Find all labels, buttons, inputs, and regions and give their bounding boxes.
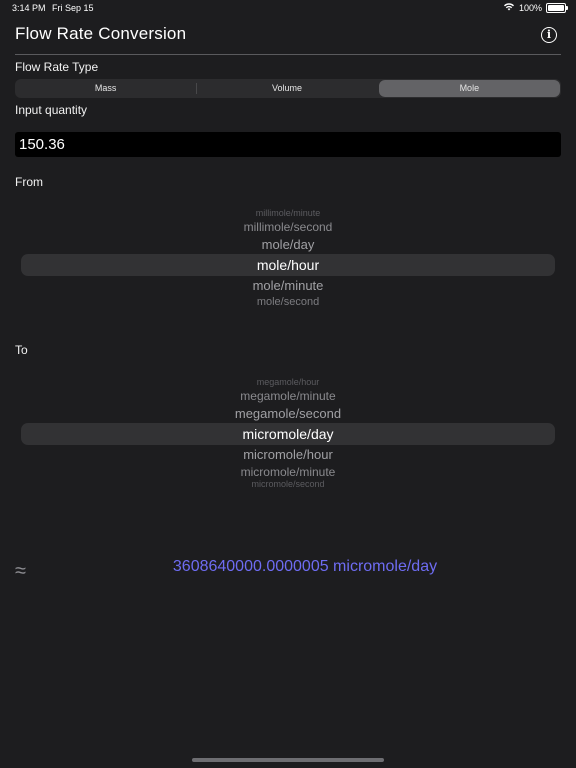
status-date: Fri Sep 15 <box>52 3 94 13</box>
home-indicator <box>192 758 384 762</box>
segment-mole[interactable]: Mole <box>378 80 560 97</box>
input-quantity-field[interactable]: 150.36 <box>15 132 561 157</box>
picker-item-selected[interactable]: micromole/day <box>21 426 555 442</box>
status-right: 100% <box>503 2 568 13</box>
battery-percent: 100% <box>518 2 542 13</box>
picker-item[interactable]: millimole/second <box>21 220 555 234</box>
picker-item[interactable]: millimole/minute <box>21 208 555 218</box>
page-title: Flow Rate Conversion <box>15 24 187 43</box>
picker-item[interactable]: megamole/second <box>21 406 555 421</box>
status-time: 3:14 PM <box>12 3 46 13</box>
flow-rate-type-segmented-control[interactable]: Mass Volume Mole <box>15 79 561 98</box>
divider <box>15 54 561 55</box>
segment-mass[interactable]: Mass <box>15 79 196 98</box>
picker-item[interactable]: micromole/minute <box>21 465 555 479</box>
picker-item[interactable]: mole/second <box>21 296 555 308</box>
picker-item[interactable]: mole/minute <box>21 278 555 293</box>
picker-item[interactable]: micromole/hour <box>21 447 555 462</box>
segment-volume[interactable]: Volume <box>196 79 377 98</box>
info-icon[interactable]: i <box>541 27 557 43</box>
conversion-result: 3608640000.0000005 micromole/day <box>172 558 438 575</box>
status-bar: 3:14 PM Fri Sep 15 100% <box>0 0 576 16</box>
flow-rate-type-label: Flow Rate Type <box>15 60 99 74</box>
picker-item[interactable]: megamole/minute <box>21 389 555 403</box>
from-picker[interactable]: millimole/minute millimole/second mole/d… <box>21 200 555 320</box>
picker-item[interactable]: micromole/second <box>21 479 555 489</box>
to-label: To <box>15 343 28 357</box>
picker-item[interactable]: mole/day <box>21 237 555 252</box>
battery-icon <box>546 2 568 13</box>
picker-item[interactable]: megamole/hour <box>21 377 555 387</box>
from-label: From <box>15 175 43 189</box>
wifi-icon <box>503 2 515 13</box>
picker-item-selected[interactable]: mole/hour <box>21 257 555 273</box>
to-picker[interactable]: megamole/hour megamole/minute megamole/s… <box>21 370 555 495</box>
input-quantity-label: Input quantity <box>15 103 88 117</box>
